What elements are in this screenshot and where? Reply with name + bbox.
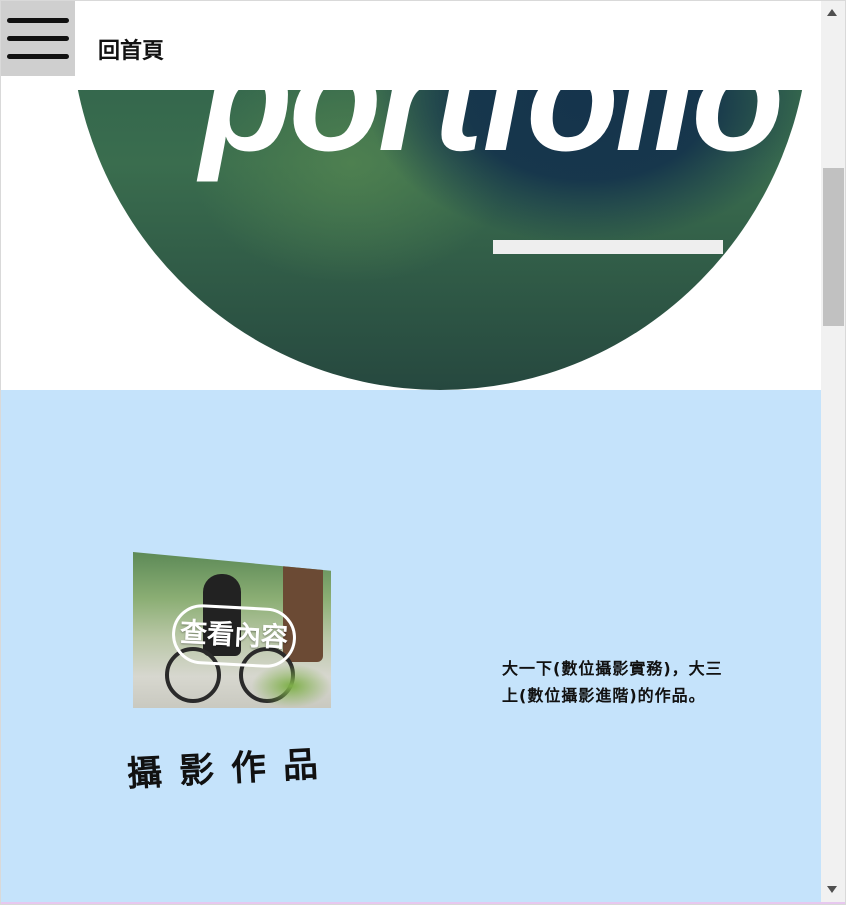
menu-button[interactable] xyxy=(0,0,75,76)
top-header xyxy=(75,0,821,90)
hero-accent-bar xyxy=(493,240,723,254)
section-description: 大一下(數位攝影實務)，大三上(數位攝影進階)的作品。 xyxy=(502,659,723,705)
scroll-up-arrow-icon[interactable] xyxy=(827,9,837,16)
view-content-button[interactable]: 查看內容 xyxy=(170,602,298,670)
section-title: 攝影作品 xyxy=(126,744,336,795)
home-link[interactable]: 回首頁 xyxy=(98,33,164,65)
scroll-down-arrow-icon[interactable] xyxy=(827,886,837,893)
photography-section xyxy=(0,390,821,902)
plant-shape xyxy=(251,664,331,708)
scrollbar-thumb[interactable] xyxy=(823,168,844,326)
vertical-scrollbar[interactable] xyxy=(821,1,845,903)
